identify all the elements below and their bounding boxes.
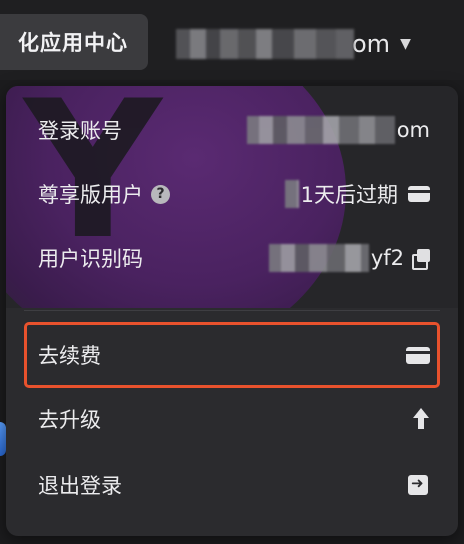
credit-card-icon <box>406 346 430 364</box>
user-code-label: 用户识别码 <box>38 247 143 271</box>
user-account-tail: om <box>352 30 391 58</box>
app-center-button[interactable]: 化应用中心 <box>0 14 148 70</box>
membership-label: 尊享版用户 <box>38 183 143 207</box>
login-account-label: 登录账号 <box>38 119 122 143</box>
menu-divider <box>24 310 440 311</box>
redacted-email <box>176 29 354 59</box>
card-icon <box>408 186 430 202</box>
chevron-down-icon[interactable]: ▼ <box>400 36 411 52</box>
arrow-up-icon <box>412 408 430 430</box>
logout-icon <box>408 474 430 495</box>
account-info-banner: Y 登录账号 om 尊享版用户 ? 1天后过期 用户识别码 yf2 <box>6 86 458 308</box>
help-icon[interactable]: ? <box>151 184 170 204</box>
redacted-membership <box>284 180 299 208</box>
logout-label: 退出登录 <box>38 474 122 498</box>
redacted-user-code <box>268 244 369 272</box>
logout-menu-item[interactable]: 退出登录 <box>38 462 430 508</box>
account-dropdown-menu: Y 登录账号 om 尊享版用户 ? 1天后过期 用户识别码 yf2 去续费 去升… <box>6 86 458 536</box>
membership-expiry: 1天后过期 <box>300 183 398 207</box>
user-code-row: 用户识别码 yf2 <box>38 238 430 278</box>
membership-row: 尊享版用户 ? 1天后过期 <box>38 174 430 214</box>
redacted-login-account <box>246 116 395 144</box>
renew-menu-item[interactable]: 去续费 <box>38 332 430 378</box>
copy-icon[interactable] <box>412 249 430 270</box>
login-account-row: 登录账号 om <box>38 110 430 150</box>
user-account-dropdown[interactable]: om ▼ <box>176 26 411 62</box>
upgrade-menu-item[interactable]: 去升级 <box>38 396 430 442</box>
top-bar: 化应用中心 om ▼ <box>0 0 464 80</box>
upgrade-label: 去升级 <box>38 408 101 432</box>
login-account-tail: om <box>396 118 430 142</box>
user-code-tail: yf2 <box>370 246 404 270</box>
renew-label: 去续费 <box>38 344 101 368</box>
